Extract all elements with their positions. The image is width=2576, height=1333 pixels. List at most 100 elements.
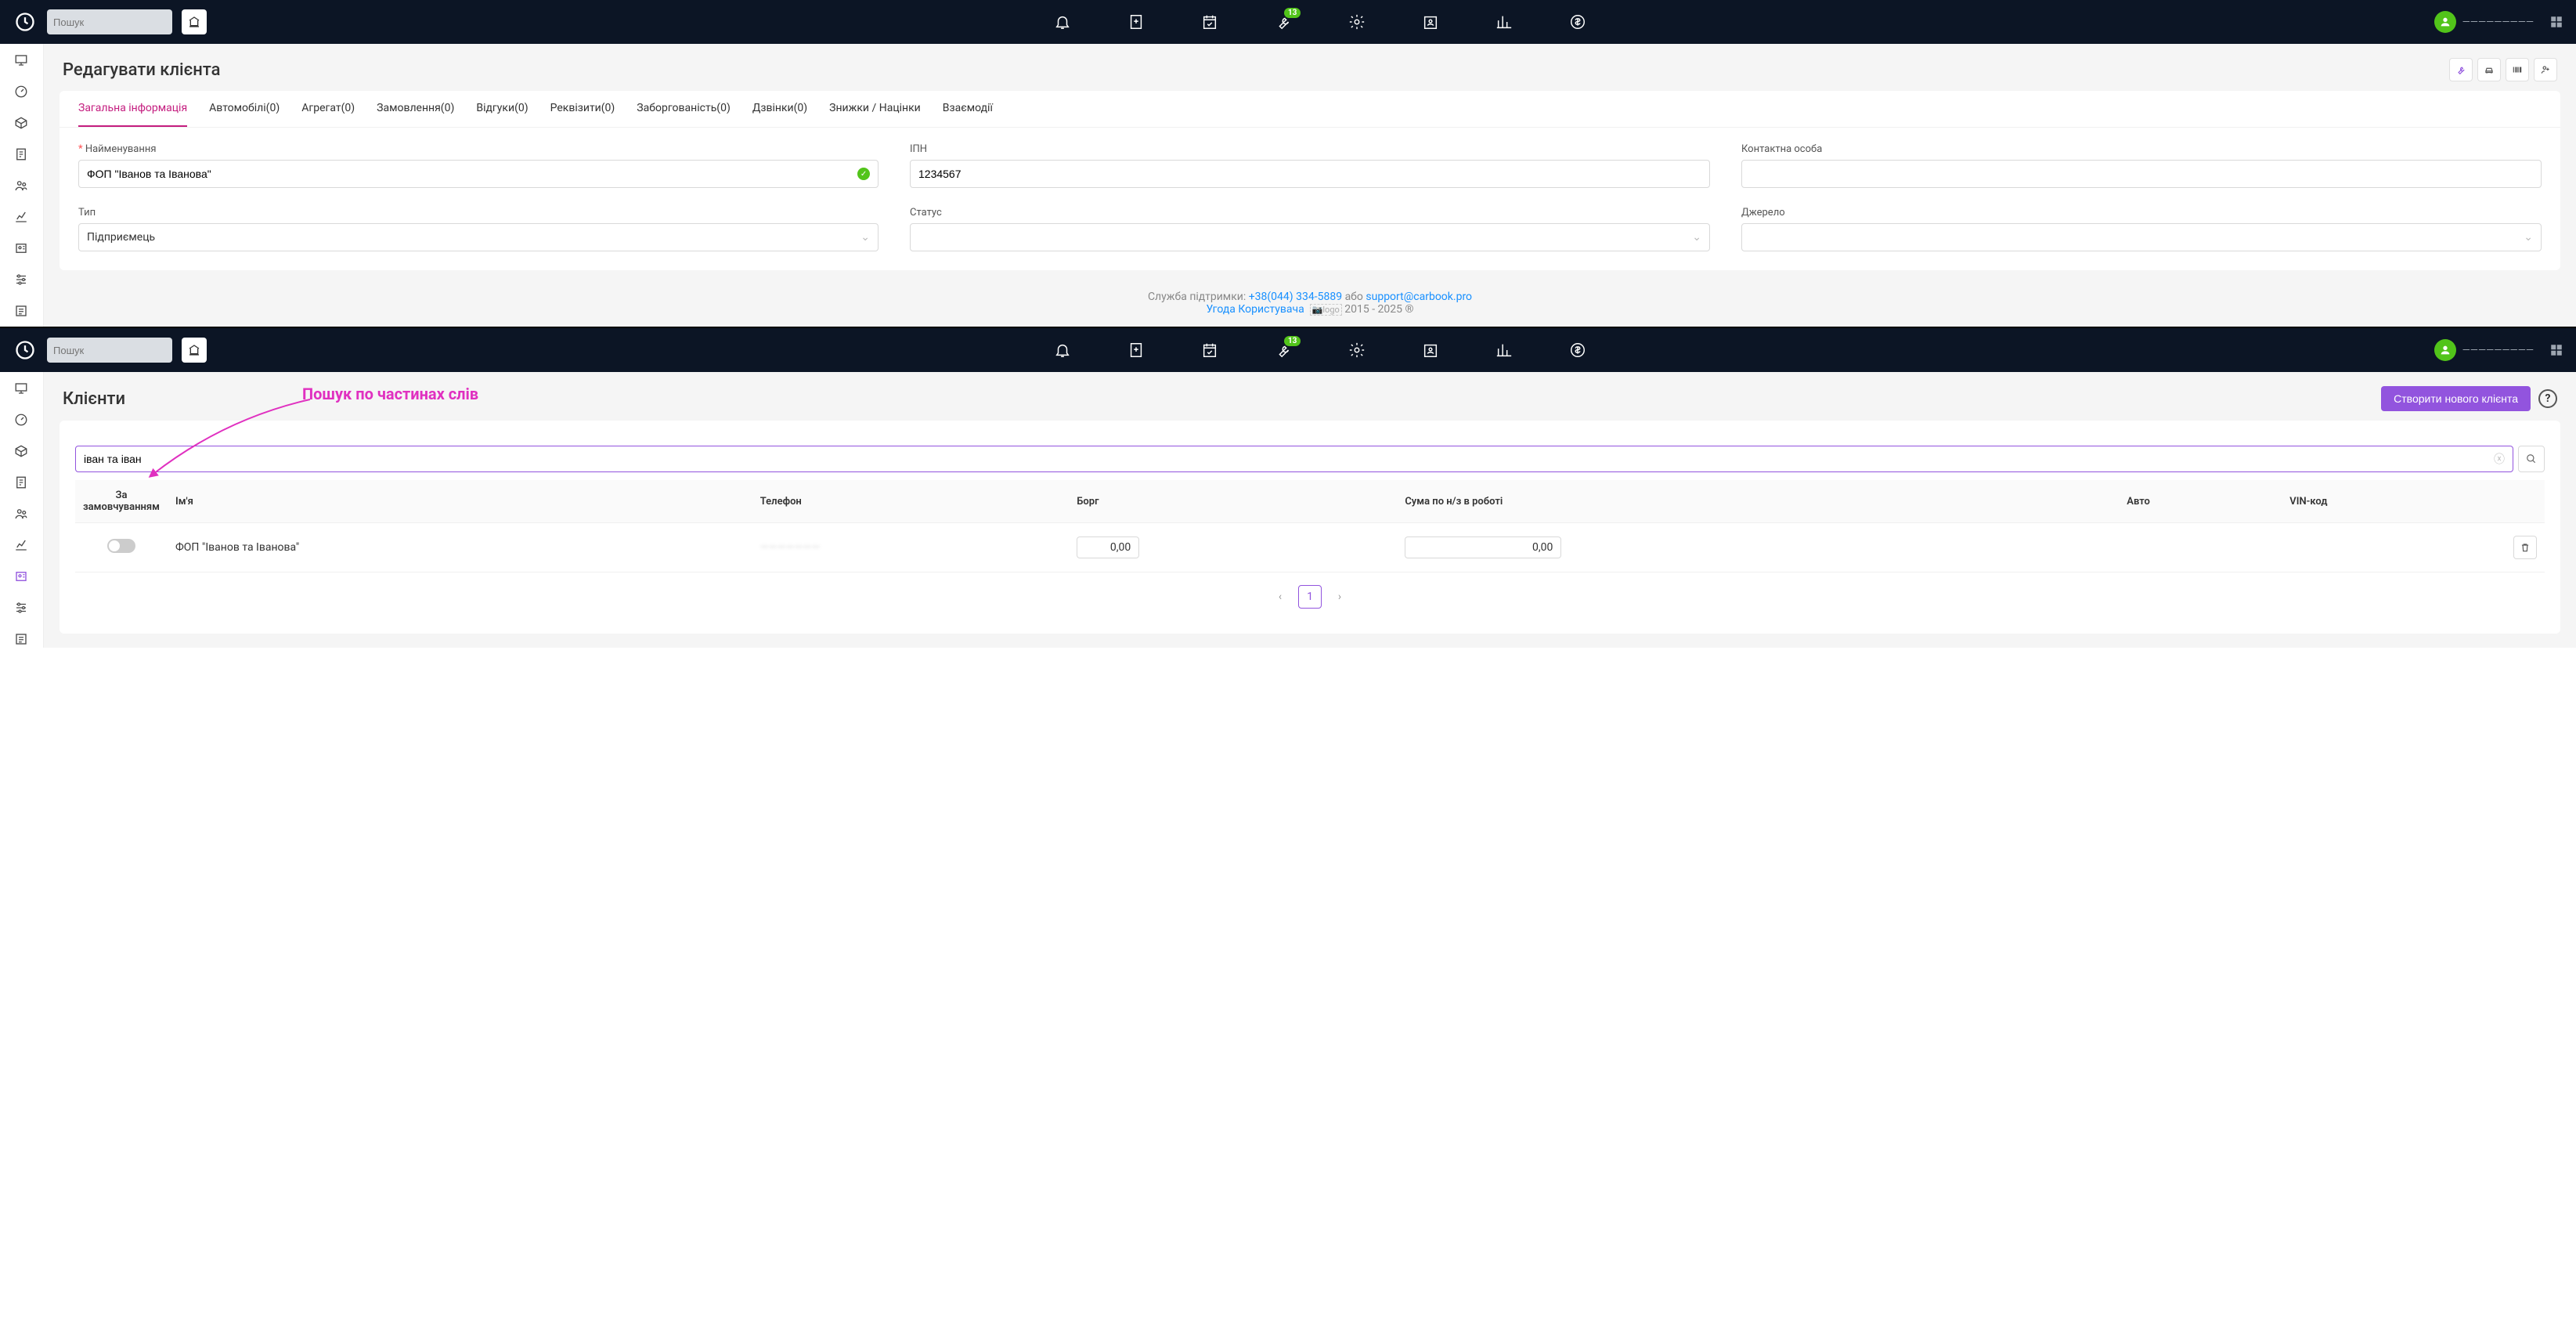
help-icon[interactable]: ? — [2538, 389, 2557, 408]
source-select[interactable]: ⌄ — [1741, 223, 2542, 251]
th-vin: VIN-код — [2282, 480, 2506, 523]
status-select[interactable]: ⌄ — [910, 223, 1710, 251]
dollar-icon[interactable] — [1568, 13, 1587, 31]
tab-aggregate[interactable]: Агрегат(0) — [301, 102, 355, 127]
bell-icon[interactable] — [1053, 341, 1072, 359]
years: 2015 - 2025 ® — [1344, 303, 1413, 316]
tabs: Загальна інформація Автомобілі(0) Агрега… — [60, 91, 2560, 128]
field-ipn: ІПН — [910, 143, 1710, 188]
th-auto: Авто — [2119, 480, 2282, 523]
tab-cars[interactable]: Автомобілі(0) — [209, 102, 280, 127]
wrench-badge-2: 13 — [1284, 336, 1301, 346]
tab-calls[interactable]: Дзвінки(0) — [752, 102, 807, 127]
tab-discounts[interactable]: Знижки / Націнки — [829, 102, 921, 127]
check-icon: ✓ — [857, 168, 870, 180]
side-people-icon[interactable] — [14, 179, 30, 194]
search-input-2[interactable] — [53, 345, 191, 356]
chevron-down-icon: ⌄ — [860, 231, 870, 244]
id-card-icon[interactable] — [1421, 13, 1440, 31]
side-monitor-icon[interactable] — [14, 381, 30, 397]
side-list-icon[interactable] — [14, 632, 30, 648]
search-input[interactable] — [53, 16, 191, 28]
new-document-icon[interactable] — [1127, 13, 1145, 31]
calendar-check-icon[interactable] — [1200, 341, 1219, 359]
side-gauge-icon[interactable] — [14, 413, 30, 428]
section-edit-client: 13 ————————— Редагу — [0, 0, 2576, 327]
tab-interactions[interactable]: Взаємодії — [943, 102, 993, 127]
side-gauge-icon[interactable] — [14, 85, 30, 100]
bank-button-2[interactable] — [182, 338, 207, 363]
ipn-input[interactable] — [910, 160, 1710, 188]
gear-icon[interactable] — [1348, 13, 1366, 31]
global-search-2[interactable] — [47, 338, 172, 363]
user-area-2[interactable]: ————————— — [2434, 339, 2563, 361]
th-name: Ім'я — [168, 480, 752, 523]
page-title-2: Клієнти — [63, 389, 125, 409]
support-phone[interactable]: +38(044) 334-5889 — [1249, 291, 1342, 303]
tab-general[interactable]: Загальна інформація — [78, 102, 187, 127]
client-search-input[interactable] — [84, 453, 2494, 465]
global-search[interactable] — [47, 9, 172, 34]
gear-icon[interactable] — [1348, 341, 1366, 359]
side-package-icon[interactable] — [14, 444, 30, 460]
header-barcode-icon[interactable] — [2506, 58, 2529, 81]
support-email[interactable]: support@carbook.pro — [1366, 291, 1472, 303]
contact-input[interactable] — [1741, 160, 2542, 188]
side-list-icon[interactable] — [14, 304, 30, 320]
header-adduser-icon[interactable] — [2534, 58, 2557, 81]
header-wrench-icon[interactable] — [2449, 58, 2473, 81]
side-contact-icon[interactable] — [14, 241, 30, 257]
topbar: 13 ————————— — [0, 0, 2576, 44]
table-row[interactable]: ФОП "Іванов та Іванова" ——————— 0,00 0,0… — [75, 523, 2545, 573]
side-doc-icon[interactable] — [14, 147, 30, 163]
wrench-icon[interactable]: 13 — [1274, 13, 1293, 31]
page-next[interactable]: › — [1328, 585, 1351, 609]
side-chart-icon[interactable] — [14, 538, 30, 554]
agreement-link[interactable]: Угода Користувача — [1206, 303, 1304, 316]
clear-icon[interactable]: ⓧ — [2494, 451, 2505, 467]
bell-icon[interactable] — [1053, 13, 1072, 31]
header-car-icon[interactable] — [2477, 58, 2501, 81]
bar-chart-icon[interactable] — [1495, 13, 1513, 31]
client-search[interactable]: ⓧ — [75, 446, 2513, 472]
tab-reviews[interactable]: Відгуки(0) — [476, 102, 528, 127]
chevron-down-icon: ⌄ — [1692, 231, 1701, 244]
side-package-icon[interactable] — [14, 116, 30, 132]
page-prev[interactable]: ‹ — [1268, 585, 1292, 609]
side-doc-icon[interactable] — [14, 475, 30, 491]
cell-debt[interactable]: 0,00 — [1077, 536, 1139, 558]
create-client-button[interactable]: Створити нового клієнта — [2381, 386, 2531, 411]
logo-icon[interactable] — [13, 9, 38, 34]
side-sliders-icon[interactable] — [14, 601, 30, 616]
th-phone: Телефон — [752, 480, 1069, 523]
tab-orders[interactable]: Замовлення(0) — [377, 102, 454, 127]
apps-icon[interactable] — [2549, 15, 2563, 29]
side-sliders-icon[interactable] — [14, 273, 30, 288]
delete-button[interactable] — [2513, 536, 2537, 559]
page-1[interactable]: 1 — [1298, 585, 1322, 609]
logo-icon[interactable] — [13, 338, 38, 363]
calendar-check-icon[interactable] — [1200, 13, 1219, 31]
wrench-icon[interactable]: 13 — [1274, 341, 1293, 359]
cell-sum[interactable]: 0,00 — [1405, 536, 1561, 558]
default-toggle[interactable] — [107, 539, 135, 553]
chevron-down-icon: ⌄ — [2524, 231, 2533, 244]
side-contact-icon-active[interactable] — [14, 569, 30, 585]
id-card-icon[interactable] — [1421, 341, 1440, 359]
new-document-icon[interactable] — [1127, 341, 1145, 359]
bar-chart-icon[interactable] — [1495, 341, 1513, 359]
bank-button[interactable] — [182, 9, 207, 34]
type-select[interactable]: Підприємець ⌄ — [78, 223, 879, 251]
name-input[interactable]: ✓ — [78, 160, 879, 188]
side-people-icon[interactable] — [14, 507, 30, 522]
search-button[interactable] — [2518, 446, 2545, 472]
wrench-badge: 13 — [1284, 8, 1301, 18]
tab-requisites[interactable]: Реквізити(0) — [550, 102, 615, 127]
side-chart-icon[interactable] — [14, 210, 30, 226]
field-name: Найменування ✓ — [78, 143, 879, 188]
apps-icon[interactable] — [2549, 343, 2563, 357]
user-area[interactable]: ————————— — [2434, 11, 2563, 33]
tab-debt[interactable]: Заборгованість(0) — [637, 102, 731, 127]
dollar-icon[interactable] — [1568, 341, 1587, 359]
side-monitor-icon[interactable] — [14, 53, 30, 69]
